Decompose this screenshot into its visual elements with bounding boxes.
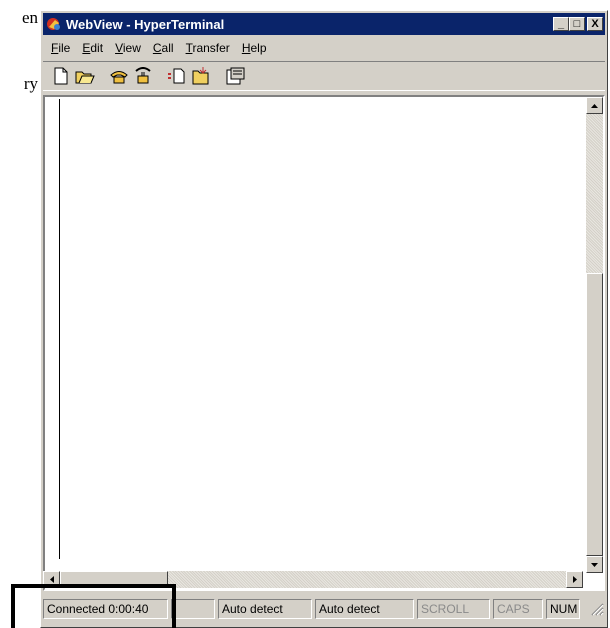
menu-help[interactable]: Help [236,41,273,55]
menu-bar: File Edit View Call Transfer Help [45,38,273,58]
status-scroll: SCROLL [417,599,490,619]
connect-button[interactable] [107,65,131,87]
properties-button[interactable] [223,65,247,87]
send-icon [168,68,185,84]
maximize-button[interactable]: □ [569,17,585,31]
arrow-left-icon [49,576,54,583]
disconnect-icon [135,67,151,84]
connect-icon [110,71,128,84]
status-emulation: Auto detect [218,599,312,619]
maximize-icon: □ [573,17,581,30]
scroll-right-button[interactable] [566,571,583,588]
vertical-scrollbar[interactable] [586,97,603,573]
new-button[interactable] [49,65,73,87]
toolbar [43,61,605,91]
receive-button[interactable] [189,65,213,87]
arrow-right-icon [572,576,577,583]
menu-view[interactable]: View [109,41,147,55]
resize-grip-icon[interactable] [590,602,604,616]
title-bar[interactable]: WebView - HyperTerminal _ □ X [43,13,605,35]
scroll-up-button[interactable] [586,97,603,114]
status-caps: CAPS [493,599,543,619]
status-num: NUM [546,599,580,619]
open-button[interactable] [73,65,97,87]
terminal-area[interactable] [43,95,605,591]
minimize-button[interactable]: _ [553,17,569,31]
close-button[interactable]: X [587,17,603,31]
menu-file[interactable]: File [45,41,76,55]
vertical-scroll-thumb[interactable] [586,273,603,556]
menu-edit[interactable]: Edit [76,41,109,55]
hyperterminal-window: WebView - HyperTerminal _ □ X File Edit … [40,10,608,628]
document-text-fragment: en [21,8,38,27]
highlight-annotation-box [11,584,176,628]
receive-icon [192,67,209,85]
menu-transfer[interactable]: Transfer [180,41,236,55]
menu-call[interactable]: Call [147,41,180,55]
open-icon [75,71,95,84]
new-icon [54,67,68,85]
status-blank [171,599,215,619]
disconnect-button[interactable] [131,65,155,87]
window-title: WebView - HyperTerminal [66,16,225,32]
arrow-up-icon [591,103,598,108]
close-icon: X [591,17,599,30]
scroll-down-button[interactable] [586,556,603,573]
status-port-settings: Auto detect [315,599,414,619]
hyperterminal-app-icon[interactable] [46,16,62,32]
properties-icon [226,67,245,85]
arrow-down-icon [591,562,598,567]
terminal-text-area[interactable] [59,99,560,559]
send-button[interactable] [165,65,189,87]
document-text-fragment: ry [23,74,38,93]
minimize-icon: _ [557,17,565,30]
